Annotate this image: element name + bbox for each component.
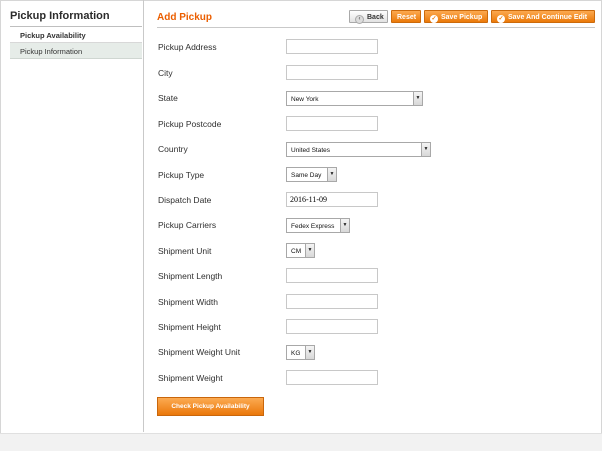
pickup-address-input[interactable]: [286, 39, 378, 54]
title-divider: [157, 27, 595, 28]
pickup-postcode-input[interactable]: [286, 116, 378, 131]
shipment-unit-label: Shipment Unit: [158, 246, 212, 256]
shipment-width-label: Shipment Width: [158, 297, 218, 307]
shipment-weight-label: Shipment Weight: [158, 373, 223, 383]
chevron-down-icon: ▼: [421, 143, 430, 156]
back-button-label: Back: [367, 14, 384, 21]
sidebar-title-divider: [10, 26, 142, 27]
back-arrow-icon: ‹: [355, 15, 364, 24]
check-pickup-availability-button[interactable]: Check Pickup Availability: [157, 397, 264, 416]
footer-bar: [0, 433, 602, 451]
shipment-height-label: Shipment Height: [158, 322, 221, 332]
country-select[interactable]: United States ▼: [286, 142, 431, 157]
state-label: State: [158, 93, 178, 103]
pickup-carriers-label: Pickup Carriers: [158, 220, 217, 230]
chevron-down-icon: ▼: [305, 244, 314, 257]
pickup-type-select[interactable]: Same Day ▼: [286, 167, 337, 182]
pickup-carriers-select[interactable]: Fedex Express ▼: [286, 218, 350, 233]
shipment-weight-unit-label: Shipment Weight Unit: [158, 347, 241, 357]
shipment-unit-select[interactable]: CM ▼: [286, 243, 315, 258]
shipment-length-label: Shipment Length: [158, 271, 223, 281]
save-pickup-label: Save Pickup: [441, 14, 483, 21]
shipment-weight-input[interactable]: [286, 370, 378, 385]
shipment-height-input[interactable]: [286, 319, 378, 334]
chevron-down-icon: ▼: [327, 168, 336, 181]
city-label: City: [158, 68, 173, 78]
shipment-weight-unit-select[interactable]: KG ▼: [286, 345, 315, 360]
state-select[interactable]: New York ▼: [286, 91, 423, 106]
chevron-down-icon: ▼: [305, 346, 314, 359]
reset-button-label: Reset: [397, 14, 417, 21]
city-input[interactable]: [286, 65, 378, 80]
check-circle-icon: ✓: [430, 15, 438, 23]
shipment-weight-unit-value: KG: [291, 349, 301, 357]
page-title: Add Pickup: [157, 12, 213, 23]
pickup-carriers-value: Fedex Express: [291, 222, 335, 230]
pickup-type-value: Same Day: [291, 171, 322, 179]
sidebar-item-pickup-information[interactable]: Pickup Information: [10, 43, 142, 59]
shipment-length-input[interactable]: [286, 268, 378, 283]
save-continue-label: Save And Continue Edit: [508, 14, 588, 21]
save-continue-button[interactable]: ✓ Save And Continue Edit: [491, 10, 595, 23]
sidebar-section-pickup-availability: Pickup Availability: [10, 28, 142, 43]
pickup-address-label: Pickup Address: [158, 42, 217, 52]
country-label: Country: [158, 144, 188, 154]
back-button[interactable]: ‹ Back: [349, 10, 388, 24]
chevron-down-icon: ▼: [340, 219, 349, 232]
sidebar-section-label: Pickup Availability: [20, 31, 86, 40]
sidebar-title: Pickup Information: [10, 10, 110, 22]
state-value: New York: [291, 95, 319, 103]
country-value: United States: [291, 146, 331, 154]
sidebar: [0, 0, 144, 432]
check-circle-icon: ✓: [497, 15, 505, 23]
shipment-unit-value: CM: [291, 247, 302, 255]
chevron-down-icon: ▼: [413, 92, 422, 105]
reset-button[interactable]: Reset: [391, 10, 421, 23]
sidebar-item-label: Pickup Information: [20, 46, 83, 56]
shipment-width-input[interactable]: [286, 294, 378, 309]
dispatch-date-label: Dispatch Date: [158, 195, 212, 205]
dispatch-date-input[interactable]: [286, 192, 378, 207]
pickup-postcode-label: Pickup Postcode: [158, 119, 222, 129]
save-pickup-button[interactable]: ✓ Save Pickup: [424, 10, 488, 23]
pickup-type-label: Pickup Type: [158, 170, 205, 180]
